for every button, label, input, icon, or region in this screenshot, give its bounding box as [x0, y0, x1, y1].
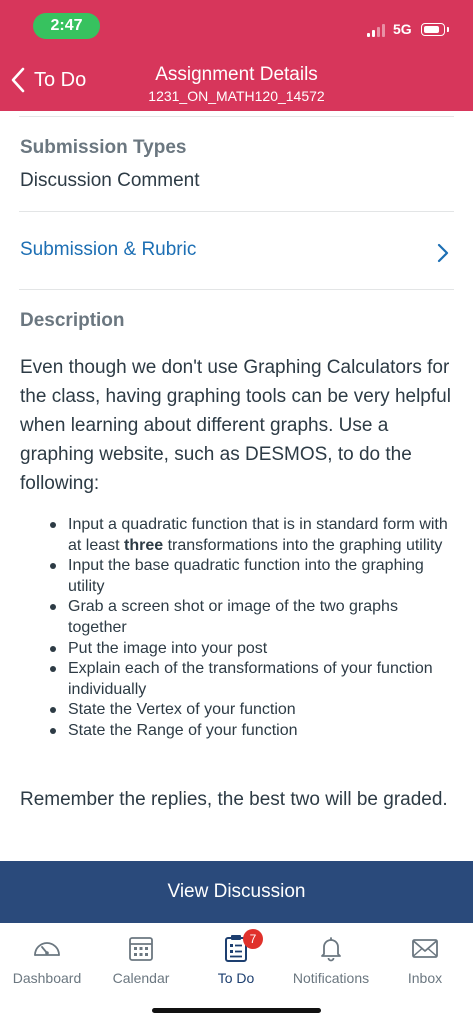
tab-inbox[interactable]: Inbox	[378, 929, 472, 989]
envelope-icon	[412, 939, 438, 958]
tab-inbox-label: Inbox	[407, 970, 443, 986]
chevron-left-icon	[11, 67, 25, 93]
tab-calendar[interactable]: Calendar	[94, 929, 188, 989]
calendar-icon	[129, 937, 153, 961]
back-button-label: To Do	[34, 68, 87, 91]
submission-rubric-link[interactable]: Submission & Rubric	[20, 239, 196, 261]
page-title: Assignment Details	[155, 64, 318, 85]
divider	[19, 211, 454, 212]
bell-icon	[321, 937, 341, 962]
tab-calendar-label: Calendar	[112, 970, 170, 986]
list-item: Put the image into your post	[50, 639, 460, 660]
tab-todo[interactable]: 7 To Do	[189, 929, 283, 989]
divider	[19, 289, 454, 290]
description-paragraph: Even though we don't use Graphing Calcul…	[20, 357, 451, 494]
tab-dashboard-label: Dashboard	[12, 970, 82, 986]
chevron-right-icon	[437, 243, 449, 263]
status-time: 2:47	[33, 13, 100, 39]
back-button[interactable]: To Do	[8, 66, 86, 94]
tab-notifications[interactable]: Notifications	[284, 929, 378, 989]
list-item: Input a quadratic function that is in st…	[50, 515, 460, 556]
submission-types-value: Discussion Comment	[20, 170, 200, 191]
divider	[19, 116, 454, 117]
cellular-signal-icon	[367, 23, 387, 37]
status-bar: 2:47 5G	[0, 0, 473, 50]
network-type: 5G	[393, 21, 412, 37]
list-item: Grab a screen shot or image of the two g…	[50, 597, 460, 638]
submission-types-label: Submission Types	[20, 137, 187, 158]
todo-count-badge: 7	[243, 929, 263, 949]
bullet-bold-text: three	[124, 536, 164, 554]
dashboard-gauge-icon	[34, 942, 60, 956]
view-discussion-button[interactable]: View Discussion	[0, 861, 473, 923]
course-code: 1231_ON_MATH120_14572	[148, 88, 325, 104]
assignment-details-content[interactable]: Submission Types Discussion Comment Subm…	[0, 111, 473, 861]
list-item: Explain each of the transformations of y…	[50, 659, 460, 700]
battery-icon	[421, 23, 449, 36]
tab-notifications-label: Notifications	[292, 970, 370, 986]
description-bullet-list: Input a quadratic function that is in st…	[50, 515, 460, 742]
submission-rubric-row[interactable]: Submission & Rubric	[0, 215, 473, 287]
description-closing: Remember the replies, the best two will …	[20, 789, 448, 810]
list-item: State the Vertex of your function	[50, 700, 460, 721]
app-header: 2:47 5G To Do Assignment Details 1231_ON…	[0, 0, 473, 111]
list-item: State the Range of your function	[50, 721, 460, 742]
home-indicator[interactable]	[152, 1008, 321, 1013]
tab-dashboard[interactable]: Dashboard	[0, 929, 94, 989]
description-label: Description	[20, 310, 125, 331]
bullet-text: transformations into the graphing utilit…	[163, 536, 443, 554]
list-item: Input the base quadratic function into t…	[50, 556, 460, 597]
tab-todo-label: To Do	[217, 970, 255, 986]
